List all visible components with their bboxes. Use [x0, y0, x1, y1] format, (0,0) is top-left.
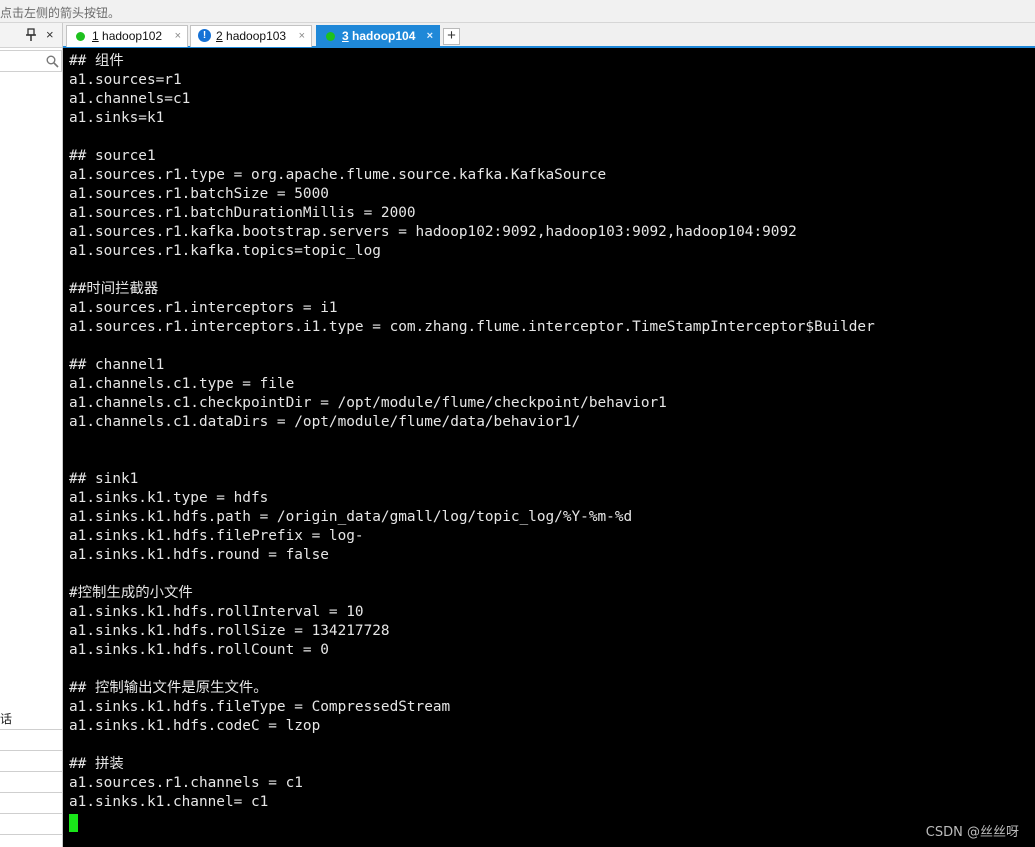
- terminal-line: a1.sinks.k1.hdfs.filePrefix = log-: [69, 528, 364, 544]
- tab-label: 1 hadoop102: [92, 29, 163, 43]
- panel-close-icon[interactable]: ×: [46, 27, 54, 42]
- session-list-item[interactable]: [0, 772, 62, 793]
- terminal-line: a1.sinks.k1.channel= c1: [69, 794, 269, 810]
- terminal-line: a1.sinks.k1.hdfs.round = false: [69, 547, 329, 563]
- tab-hadoop102[interactable]: 1 hadoop102 ×: [66, 25, 188, 47]
- terminal-line: #控制生成的小文件: [69, 585, 193, 601]
- session-list-item[interactable]: [0, 730, 62, 751]
- session-list-item[interactable]: [0, 835, 62, 847]
- terminal-line: a1.sources.r1.kafka.bootstrap.servers = …: [69, 224, 797, 240]
- hint-text: 点击左侧的箭头按钮。: [0, 6, 121, 20]
- terminal-line: a1.sources.r1.batchDurationMillis = 2000: [69, 205, 416, 221]
- session-list-item[interactable]: [0, 751, 62, 772]
- session-search-input[interactable]: [0, 50, 62, 72]
- session-list-item[interactable]: [0, 793, 62, 814]
- terminal-line: ## sink1: [69, 471, 139, 487]
- warning-icon: !: [198, 29, 211, 42]
- app-window: 点击左侧的箭头按钮。 × 话 1 hadoop102 × ! 2 hadoop1…: [0, 0, 1035, 847]
- session-panel-header: ×: [0, 23, 62, 48]
- terminal-line: a1.sinks.k1.hdfs.fileType = CompressedSt…: [69, 699, 451, 715]
- status-dot-icon: [76, 32, 85, 41]
- session-tab-bar: 1 hadoop102 × ! 2 hadoop103 × 3 hadoop10…: [63, 23, 1035, 48]
- watermark: CSDN @丝丝呀: [925, 825, 1019, 840]
- terminal-line: a1.sinks.k1.hdfs.rollInterval = 10: [69, 604, 364, 620]
- session-list-item[interactable]: [0, 814, 62, 835]
- tab-hadoop104[interactable]: 3 hadoop104 ×: [316, 25, 440, 48]
- terminal-line: a1.sources.r1.batchSize = 5000: [69, 186, 329, 202]
- terminal-line: a1.sinks.k1.hdfs.codeC = lzop: [69, 718, 321, 734]
- add-tab-button[interactable]: +: [443, 28, 460, 45]
- terminal-line: a1.sources.r1.interceptors = i1: [69, 300, 338, 316]
- hint-bar: 点击左侧的箭头按钮。: [0, 0, 1035, 23]
- terminal-line: a1.channels.c1.dataDirs = /opt/module/fl…: [69, 414, 581, 430]
- tab-label: 3 hadoop104: [342, 29, 416, 43]
- tab-label: 2 hadoop103: [216, 29, 287, 43]
- terminal-line: a1.channels.c1.type = file: [69, 376, 295, 392]
- tab-close-icon[interactable]: ×: [299, 26, 305, 46]
- terminal-line: a1.sinks.k1.hdfs.rollSize = 134217728: [69, 623, 390, 639]
- terminal-line: a1.sources.r1.kafka.topics=topic_log: [69, 243, 381, 259]
- terminal-line: a1.sinks=k1: [69, 110, 165, 126]
- terminal-line: ## source1: [69, 148, 156, 164]
- tab-close-icon[interactable]: ×: [427, 26, 433, 46]
- terminal-output[interactable]: CSDN @丝丝呀 ## 组件 a1.sources=r1 a1.channels=…: [63, 48, 1035, 847]
- status-dot-icon: [326, 32, 335, 41]
- terminal-line: a1.sources.r1.channels = c1: [69, 775, 303, 791]
- session-list: 话: [0, 709, 62, 847]
- terminal-line: a1.sources.r1.type = org.apache.flume.so…: [69, 167, 607, 183]
- terminal-line: ## 组件: [69, 53, 124, 69]
- terminal-cursor: [69, 814, 78, 832]
- terminal-line: a1.sources=r1: [69, 72, 182, 88]
- terminal-line: a1.channels.c1.checkpointDir = /opt/modu…: [69, 395, 667, 411]
- session-list-item[interactable]: 话: [0, 709, 62, 730]
- terminal-line: a1.sinks.k1.hdfs.rollCount = 0: [69, 642, 329, 658]
- terminal-line: a1.channels=c1: [69, 91, 191, 107]
- terminal-line: ##时间拦截器: [69, 281, 159, 297]
- search-icon[interactable]: [46, 55, 59, 68]
- terminal-line: ## 控制输出文件是原生文件。: [69, 680, 268, 696]
- terminal-line: a1.sources.r1.interceptors.i1.type = com…: [69, 319, 875, 335]
- terminal-line: a1.sinks.k1.type = hdfs: [69, 490, 269, 506]
- tab-hadoop103[interactable]: ! 2 hadoop103 ×: [190, 25, 312, 47]
- session-panel: × 话: [0, 23, 63, 847]
- pin-icon[interactable]: [26, 28, 36, 42]
- terminal-line: ## 拼装: [69, 756, 124, 772]
- tab-close-icon[interactable]: ×: [175, 26, 181, 46]
- terminal-line: ## channel1: [69, 357, 165, 373]
- terminal-line: a1.sinks.k1.hdfs.path = /origin_data/gma…: [69, 509, 633, 525]
